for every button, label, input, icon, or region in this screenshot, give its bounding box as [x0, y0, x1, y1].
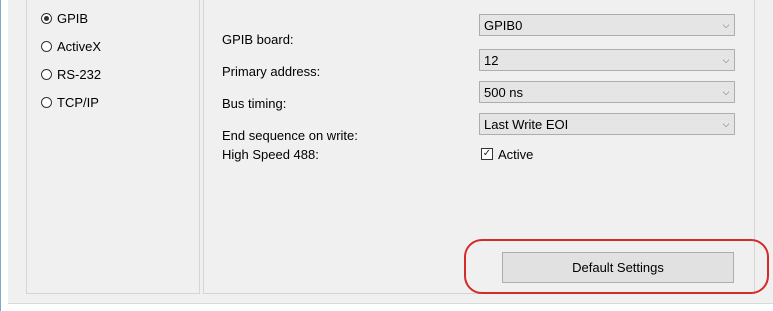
default-settings-button[interactable]: Default Settings: [502, 252, 734, 283]
window-left-border: [0, 0, 8, 311]
radio-activex-indicator: [41, 40, 52, 52]
primary-address-label: Primary address:: [222, 64, 321, 79]
bus-timing-label: Bus timing:: [222, 96, 287, 111]
radio-rs232-label: RS-232: [57, 66, 102, 82]
high-speed-label: High Speed 488:: [222, 147, 319, 162]
end-sequence-label: End sequence on write:: [222, 128, 358, 143]
radio-activex[interactable]: ActiveX: [41, 37, 101, 55]
radio-gpib-indicator: [41, 12, 52, 24]
checkmark-icon: ✓: [481, 148, 493, 160]
radio-tcpip-indicator: [41, 96, 52, 108]
default-settings-label: Default Settings: [572, 260, 664, 275]
high-speed-checkbox[interactable]: ✓ Active: [481, 145, 533, 163]
radio-gpib-label: GPIB: [57, 10, 89, 26]
radio-rs232-indicator: [41, 68, 52, 80]
chevron-down-icon: ⌵: [722, 54, 730, 65]
bus-timing-value: 500 ns: [484, 84, 524, 100]
gpib-board-label: GPIB board:: [222, 32, 294, 47]
primary-address-value: 12: [484, 52, 499, 68]
bus-timing-select[interactable]: 500 ns ⌵: [479, 81, 735, 103]
radio-tcpip-label: TCP/IP: [57, 94, 99, 110]
chevron-down-icon: ⌵: [722, 86, 730, 97]
chevron-down-icon: ⌵: [722, 19, 730, 30]
end-sequence-value: Last Write EOI: [484, 116, 569, 132]
gpib-board-value: GPIB0: [484, 17, 523, 33]
radio-tcpip[interactable]: TCP/IP: [41, 93, 99, 111]
radio-activex-label: ActiveX: [57, 38, 102, 54]
high-speed-check-label: Active: [498, 146, 534, 162]
chevron-down-icon: ⌵: [722, 118, 730, 129]
radio-rs232[interactable]: RS-232: [41, 65, 101, 83]
interface-settings-window: GPIB ActiveX RS-232 TCP/IP GPIB board: P…: [0, 0, 773, 311]
primary-address-select[interactable]: 12 ⌵: [479, 49, 735, 71]
end-sequence-select[interactable]: Last Write EOI ⌵: [479, 113, 735, 135]
gpib-board-select[interactable]: GPIB0 ⌵: [479, 14, 735, 36]
radio-gpib[interactable]: GPIB: [41, 9, 88, 27]
